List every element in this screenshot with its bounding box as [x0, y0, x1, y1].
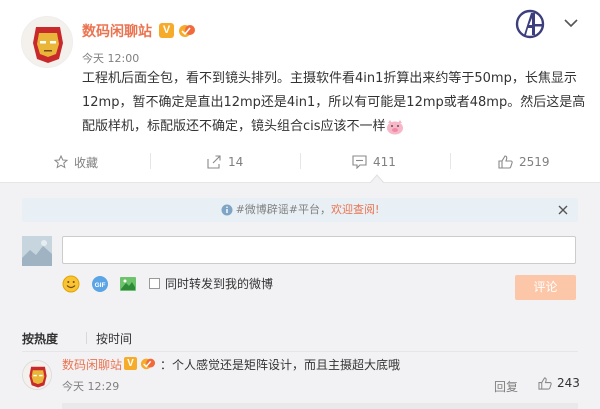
comment-icon: [352, 155, 367, 169]
comment-button[interactable]: 411: [352, 149, 396, 175]
svg-text:GIF: GIF: [95, 282, 106, 289]
sort-divider: [86, 332, 87, 344]
repost-checkbox[interactable]: [149, 278, 160, 289]
comment-count: 411: [373, 155, 396, 169]
action-divider: [450, 153, 451, 169]
repost-button[interactable]: 14: [207, 149, 243, 175]
emoji-icon[interactable]: [62, 275, 80, 293]
sort-divider-line: [22, 351, 578, 352]
comment-verified-badge: V: [124, 357, 137, 370]
post-author-name[interactable]: 数码闲聊站: [82, 21, 152, 41]
comment-reply-button[interactable]: 回复: [494, 378, 518, 395]
post-time[interactable]: 今天 12:00: [82, 50, 139, 66]
action-divider: [150, 153, 151, 169]
repost-icon: [207, 155, 221, 169]
chevron-down-icon[interactable]: [563, 17, 579, 29]
repost-checkbox-label[interactable]: 同时转发到我的微博: [165, 275, 273, 292]
repost-count: 14: [228, 155, 244, 169]
like-count: 2519: [519, 155, 550, 169]
notice-link[interactable]: 欢迎查阅!: [331, 203, 379, 216]
comment-avatar[interactable]: [22, 360, 52, 390]
avengers-logo-icon: [515, 9, 545, 39]
info-icon: [221, 204, 233, 216]
notice-text: #微博辟谣#平台，: [235, 203, 331, 216]
post-action-bar: 收藏 14 411 2519: [0, 149, 600, 175]
comment-input[interactable]: [62, 236, 576, 264]
rumor-notice-banner[interactable]: #微博辟谣#平台，欢迎查阅!: [22, 198, 578, 222]
comment-time: 今天 12:29: [62, 380, 120, 393]
post-text-content: 工程机后面全包，看不到镜头排列。主摄软件看4in1折算出来约等于50mp，长焦显…: [82, 71, 586, 134]
vip-badge-icon: [140, 358, 156, 370]
my-avatar[interactable]: [22, 236, 52, 266]
pig-face-icon: [386, 119, 403, 134]
verified-badge: V: [159, 23, 174, 38]
sort-by-hot-tab[interactable]: 按热度: [22, 330, 58, 347]
star-icon: [54, 155, 68, 169]
submit-comment-button[interactable]: 评论: [515, 275, 576, 300]
next-comment-preview: [62, 403, 578, 409]
close-icon[interactable]: [557, 204, 569, 216]
image-icon[interactable]: [119, 275, 137, 293]
comment-author-name[interactable]: 数码闲聊站: [62, 356, 122, 373]
action-divider: [300, 153, 301, 169]
gif-icon[interactable]: GIF: [91, 275, 109, 293]
thumbs-up-icon: [498, 155, 513, 169]
favorite-button[interactable]: 收藏: [54, 149, 98, 175]
comment-like-count: 243: [557, 376, 580, 390]
post-body-text: 工程机后面全包，看不到镜头排列。主摄软件看4in1折算出来约等于50mp，长焦显…: [82, 67, 594, 139]
comment-text: ：个人感觉还是矩阵设计，而且主摄超大底哦: [160, 358, 401, 372]
vip-badge-icon: [179, 25, 195, 37]
user-avatar[interactable]: [21, 16, 73, 68]
comment-like-button[interactable]: 243: [538, 376, 580, 390]
sort-by-time-tab[interactable]: 按时间: [96, 330, 132, 347]
favorite-label: 收藏: [74, 155, 99, 170]
panel-caret-icon: [370, 174, 384, 183]
like-button[interactable]: 2519: [498, 149, 550, 175]
thumbs-up-icon: [538, 376, 552, 390]
